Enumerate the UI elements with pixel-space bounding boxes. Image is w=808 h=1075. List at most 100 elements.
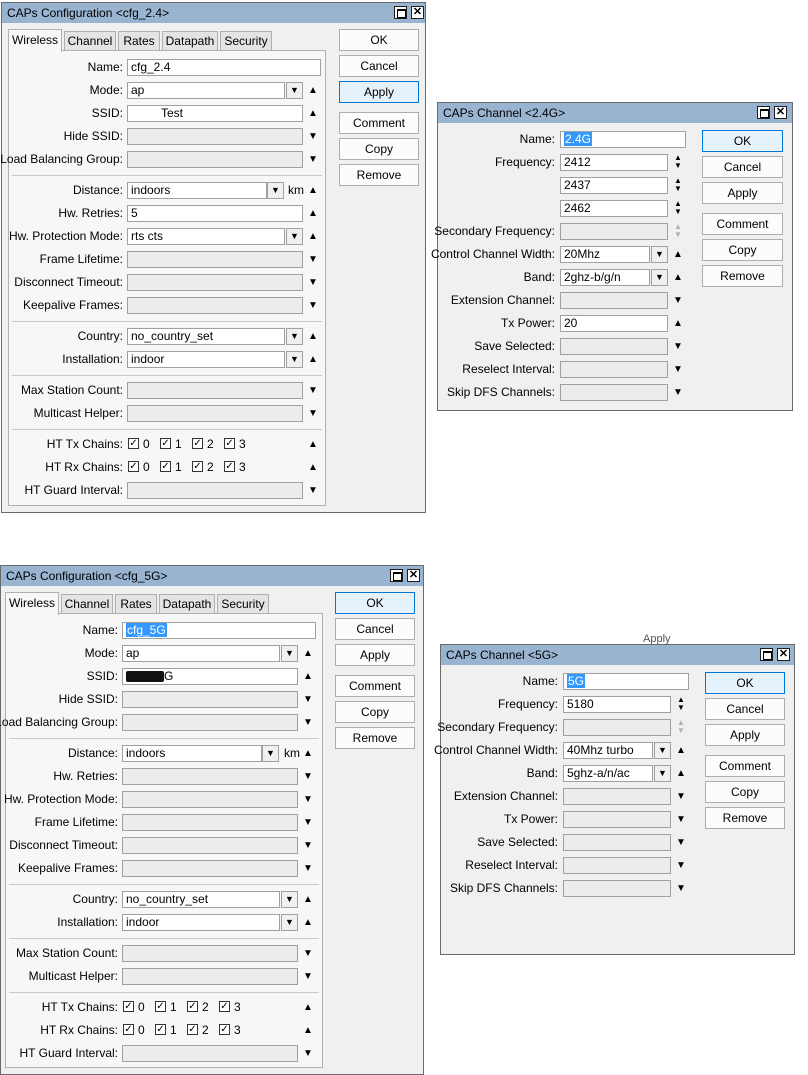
ext-chan-field[interactable] <box>563 788 671 805</box>
maximize-icon[interactable] <box>757 106 770 119</box>
dropdown-icon[interactable]: ▼ <box>654 742 671 759</box>
max-sta-field[interactable] <box>122 945 298 962</box>
ext-chan-field[interactable] <box>560 292 668 309</box>
dropdown-icon[interactable]: ▼ <box>286 82 303 99</box>
apply-button[interactable]: Apply <box>339 81 419 103</box>
comment-button[interactable]: Comment <box>705 755 785 777</box>
comment-button[interactable]: Comment <box>702 213 783 235</box>
expand-down-icon[interactable]: ▼ <box>306 382 320 399</box>
updown-icon[interactable]: ▲ ▼ <box>674 719 688 736</box>
ssid-field[interactable]: G <box>122 668 298 685</box>
distance-select[interactable]: indoors <box>127 182 267 199</box>
comment-button[interactable]: Comment <box>335 675 415 697</box>
save-sel-field[interactable] <box>560 338 668 355</box>
sec-freq-field[interactable] <box>560 223 668 240</box>
expand-down-icon[interactable]: ▼ <box>301 691 315 708</box>
ht-guard-field[interactable] <box>122 1045 298 1062</box>
expand-down-icon[interactable]: ▼ <box>301 791 315 808</box>
lbg-field[interactable] <box>122 714 298 731</box>
keepalive-field[interactable] <box>122 860 298 877</box>
ok-button[interactable]: OK <box>339 29 419 51</box>
frequency-field-3[interactable]: 2462 <box>560 200 668 217</box>
cancel-button[interactable]: Cancel <box>335 618 415 640</box>
name-field[interactable]: cfg_2.4 <box>127 59 321 76</box>
reselect-field[interactable] <box>560 361 668 378</box>
expand-down-icon[interactable]: ▼ <box>301 837 315 854</box>
name-field[interactable]: 2.4G <box>560 131 686 148</box>
band-select[interactable]: 5ghz-a/n/ac <box>563 765 653 782</box>
tab-security[interactable]: Security <box>217 594 269 614</box>
ok-button[interactable]: OK <box>335 592 415 614</box>
skip-dfs-field[interactable] <box>563 880 671 897</box>
expand-down-icon[interactable]: ▼ <box>671 384 685 401</box>
cancel-button[interactable]: Cancel <box>702 156 783 178</box>
collapse-up-icon[interactable]: ▲ <box>306 328 320 345</box>
ht-guard-field[interactable] <box>127 482 303 499</box>
tab-rates[interactable]: Rates <box>118 31 160 51</box>
name-field[interactable]: 5G <box>563 673 689 690</box>
expand-down-icon[interactable]: ▼ <box>674 880 688 897</box>
frequency-field-1[interactable]: 2412 <box>560 154 668 171</box>
frequency-field-2[interactable]: 2437 <box>560 177 668 194</box>
collapse-up-icon[interactable]: ▲ <box>301 891 315 908</box>
country-select[interactable]: no_country_set <box>122 891 280 908</box>
checkbox-tx-2[interactable]: ✓ <box>192 438 203 449</box>
ssid-field[interactable]: Test <box>127 105 303 122</box>
dropdown-icon[interactable]: ▼ <box>654 765 671 782</box>
checkbox-tx-3[interactable]: ✓ <box>219 1001 230 1012</box>
copy-button[interactable]: Copy <box>705 781 785 803</box>
expand-down-icon[interactable]: ▼ <box>671 292 685 309</box>
expand-down-icon[interactable]: ▼ <box>306 128 320 145</box>
close-icon[interactable]: ✕ <box>411 6 424 19</box>
band-select[interactable]: 2ghz-b/g/n <box>560 269 650 286</box>
frame-life-field[interactable] <box>122 814 298 831</box>
ok-button[interactable]: OK <box>705 672 785 694</box>
collapse-up-icon[interactable]: ▲ <box>674 742 688 759</box>
expand-down-icon[interactable]: ▼ <box>674 811 688 828</box>
dropdown-icon[interactable]: ▼ <box>286 328 303 345</box>
sec-freq-field[interactable] <box>563 719 671 736</box>
max-sta-field[interactable] <box>127 382 303 399</box>
expand-down-icon[interactable]: ▼ <box>674 788 688 805</box>
collapse-up-icon[interactable]: ▲ <box>306 82 320 99</box>
copy-button[interactable]: Copy <box>335 701 415 723</box>
collapse-up-icon[interactable]: ▲ <box>301 1022 315 1039</box>
checkbox-tx-3[interactable]: ✓ <box>224 438 235 449</box>
collapse-up-icon[interactable]: ▲ <box>301 745 315 762</box>
expand-down-icon[interactable]: ▼ <box>674 834 688 851</box>
checkbox-rx-3[interactable]: ✓ <box>224 461 235 472</box>
expand-down-icon[interactable]: ▼ <box>301 768 315 785</box>
expand-down-icon[interactable]: ▼ <box>306 251 320 268</box>
tab-datapath[interactable]: Datapath <box>162 31 218 51</box>
disc-timeout-field[interactable] <box>127 274 303 291</box>
updown-icon[interactable]: ▲ ▼ <box>671 177 685 194</box>
apply-button[interactable]: Apply <box>705 724 785 746</box>
checkbox-rx-3[interactable]: ✓ <box>219 1024 230 1035</box>
dropdown-icon[interactable]: ▼ <box>651 246 668 263</box>
collapse-up-icon[interactable]: ▲ <box>674 765 688 782</box>
hide-ssid-field[interactable] <box>122 691 298 708</box>
dropdown-icon[interactable]: ▼ <box>286 351 303 368</box>
title-bar[interactable]: CAPs Channel <5G> ✕ <box>441 645 794 665</box>
cancel-button[interactable]: Cancel <box>339 55 419 77</box>
collapse-up-icon[interactable]: ▲ <box>306 351 320 368</box>
collapse-up-icon[interactable]: ▲ <box>671 269 685 286</box>
collapse-up-icon[interactable]: ▲ <box>301 999 315 1016</box>
tab-datapath[interactable]: Datapath <box>159 594 215 614</box>
ccw-select[interactable]: 20Mhz <box>560 246 650 263</box>
collapse-up-icon[interactable]: ▲ <box>306 459 320 476</box>
expand-down-icon[interactable]: ▼ <box>301 945 315 962</box>
mcast-field[interactable] <box>122 968 298 985</box>
expand-down-icon[interactable]: ▼ <box>301 714 315 731</box>
tab-rates[interactable]: Rates <box>115 594 157 614</box>
updown-icon[interactable]: ▲ ▼ <box>674 696 688 713</box>
checkbox-rx-2[interactable]: ✓ <box>187 1024 198 1035</box>
checkbox-rx-2[interactable]: ✓ <box>192 461 203 472</box>
updown-icon[interactable]: ▲ ▼ <box>671 223 685 240</box>
expand-down-icon[interactable]: ▼ <box>306 274 320 291</box>
maximize-icon[interactable] <box>394 6 407 19</box>
ok-button[interactable]: OK <box>702 130 783 152</box>
collapse-up-icon[interactable]: ▲ <box>671 315 685 332</box>
disc-timeout-field[interactable] <box>122 837 298 854</box>
hide-ssid-field[interactable] <box>127 128 303 145</box>
